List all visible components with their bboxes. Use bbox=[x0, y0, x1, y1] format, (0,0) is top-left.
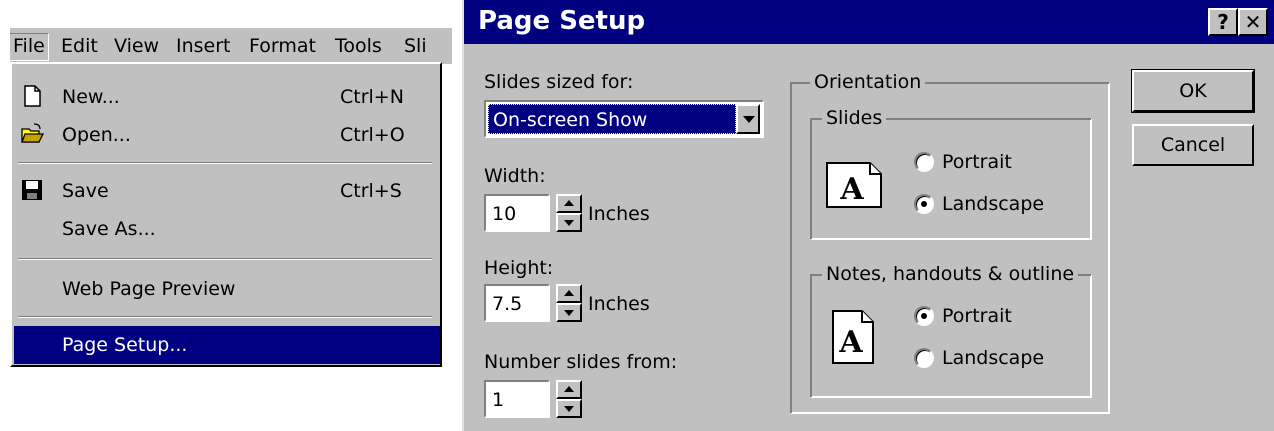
notes-landscape-label[interactable]: Landscape bbox=[942, 346, 1044, 370]
width-decrement-button[interactable] bbox=[556, 213, 582, 232]
menu-item-page-setup[interactable]: Page Setup... bbox=[14, 326, 440, 364]
file-menu-screenshot: File Edit View Insert Format Tools Sli N… bbox=[0, 0, 452, 431]
notes-group-label: Notes, handouts & outline bbox=[822, 262, 1079, 286]
height-increment-button[interactable] bbox=[556, 284, 582, 303]
arrow-down-icon bbox=[564, 310, 574, 316]
chevron-down-icon bbox=[743, 116, 755, 123]
dialog-title-bar[interactable]: Page Setup ? ✕ bbox=[464, 0, 1274, 44]
new-document-icon bbox=[24, 85, 41, 107]
menu-item-save-as-label: Save As... bbox=[62, 218, 156, 240]
menu-separator bbox=[18, 316, 432, 318]
menu-file[interactable]: File bbox=[10, 33, 49, 61]
menu-insert[interactable]: Insert bbox=[173, 34, 234, 58]
orientation-label: Orientation bbox=[810, 70, 926, 94]
help-button[interactable]: ? bbox=[1208, 8, 1238, 36]
number-slides-from-label: Number slides from: bbox=[484, 351, 678, 373]
width-value: 10 bbox=[492, 203, 517, 225]
height-unit: Inches bbox=[588, 293, 650, 315]
notes-portrait-label[interactable]: Portrait bbox=[942, 304, 1012, 328]
page-setup-dialog: Page Setup ? ✕ Slides sized for: On-scre… bbox=[462, 0, 1274, 431]
menu-format[interactable]: Format bbox=[246, 34, 319, 58]
slides-portrait-radio[interactable] bbox=[914, 152, 934, 172]
number-decrement-button[interactable] bbox=[556, 399, 582, 418]
menu-separator bbox=[18, 258, 432, 260]
menu-item-new[interactable]: New... Ctrl+N bbox=[14, 78, 440, 116]
cancel-button[interactable]: Cancel bbox=[1132, 124, 1254, 166]
dialog-title: Page Setup bbox=[478, 6, 646, 36]
menu-slide-show[interactable]: Sli bbox=[401, 34, 430, 58]
menu-item-page-setup-label: Page Setup... bbox=[62, 334, 188, 356]
page-icon-letter: A bbox=[838, 325, 863, 360]
arrow-up-icon bbox=[564, 386, 574, 392]
menu-item-open-label: Open... bbox=[62, 124, 131, 146]
menu-item-save[interactable]: Save Ctrl+S bbox=[14, 172, 440, 210]
notes-portrait-radio[interactable] bbox=[914, 306, 934, 326]
menu-item-new-shortcut: Ctrl+N bbox=[340, 86, 404, 108]
arrow-down-icon bbox=[564, 220, 574, 226]
ok-button[interactable]: OK bbox=[1131, 69, 1255, 113]
slides-sized-for-value: On-screen Show bbox=[488, 104, 736, 134]
arrow-down-icon bbox=[564, 406, 574, 412]
portrait-page-icon: A bbox=[832, 310, 874, 364]
menu-bar: File Edit View Insert Format Tools Sli bbox=[10, 28, 452, 64]
slides-portrait-label[interactable]: Portrait bbox=[942, 150, 1012, 174]
slides-sized-for-label: Slides sized for: bbox=[484, 71, 634, 93]
width-increment-button[interactable] bbox=[556, 194, 582, 213]
open-folder-icon bbox=[21, 123, 44, 143]
slides-landscape-label[interactable]: Landscape bbox=[942, 192, 1044, 216]
width-unit: Inches bbox=[588, 203, 650, 225]
slides-group-label: Slides bbox=[822, 106, 887, 130]
file-menu-dropdown: New... Ctrl+N Open... Ctrl+O Save Ctrl+S… bbox=[10, 62, 442, 367]
arrow-up-icon bbox=[564, 290, 574, 296]
menu-edit[interactable]: Edit bbox=[58, 34, 101, 58]
menu-item-save-label: Save bbox=[62, 180, 109, 202]
height-value: 7.5 bbox=[492, 293, 523, 315]
page-icon-letter: A bbox=[839, 172, 864, 207]
width-label: Width: bbox=[484, 165, 546, 187]
menu-item-save-shortcut: Ctrl+S bbox=[340, 180, 402, 202]
arrow-up-icon bbox=[564, 200, 574, 206]
width-input[interactable]: 10 bbox=[484, 194, 550, 232]
menu-item-new-label: New... bbox=[62, 86, 120, 108]
dropdown-arrow-button[interactable] bbox=[736, 104, 760, 134]
landscape-page-icon: A bbox=[826, 162, 882, 208]
slides-sized-for-dropdown[interactable]: On-screen Show bbox=[484, 100, 764, 138]
close-button[interactable]: ✕ bbox=[1238, 8, 1268, 36]
number-slides-from-value: 1 bbox=[492, 389, 505, 411]
height-spinner[interactable] bbox=[556, 284, 582, 322]
menu-tools[interactable]: Tools bbox=[332, 34, 385, 58]
width-spinner[interactable] bbox=[556, 194, 582, 232]
menu-item-web-page-preview-label: Web Page Preview bbox=[62, 278, 236, 300]
menu-item-open-shortcut: Ctrl+O bbox=[340, 124, 405, 146]
menu-item-open[interactable]: Open... Ctrl+O bbox=[14, 116, 440, 154]
height-input[interactable]: 7.5 bbox=[484, 284, 550, 322]
menu-view[interactable]: View bbox=[111, 34, 162, 58]
menu-item-save-as[interactable]: Save As... bbox=[14, 210, 440, 248]
number-slides-from-spinner[interactable] bbox=[556, 380, 582, 418]
height-label: Height: bbox=[484, 257, 554, 279]
menu-item-web-page-preview[interactable]: Web Page Preview bbox=[14, 270, 440, 308]
slides-landscape-radio[interactable] bbox=[914, 194, 934, 214]
notes-landscape-radio[interactable] bbox=[914, 348, 934, 368]
number-increment-button[interactable] bbox=[556, 380, 582, 399]
menu-separator bbox=[18, 162, 432, 164]
save-disk-icon bbox=[22, 180, 42, 200]
height-decrement-button[interactable] bbox=[556, 303, 582, 322]
number-slides-from-input[interactable]: 1 bbox=[484, 380, 550, 418]
